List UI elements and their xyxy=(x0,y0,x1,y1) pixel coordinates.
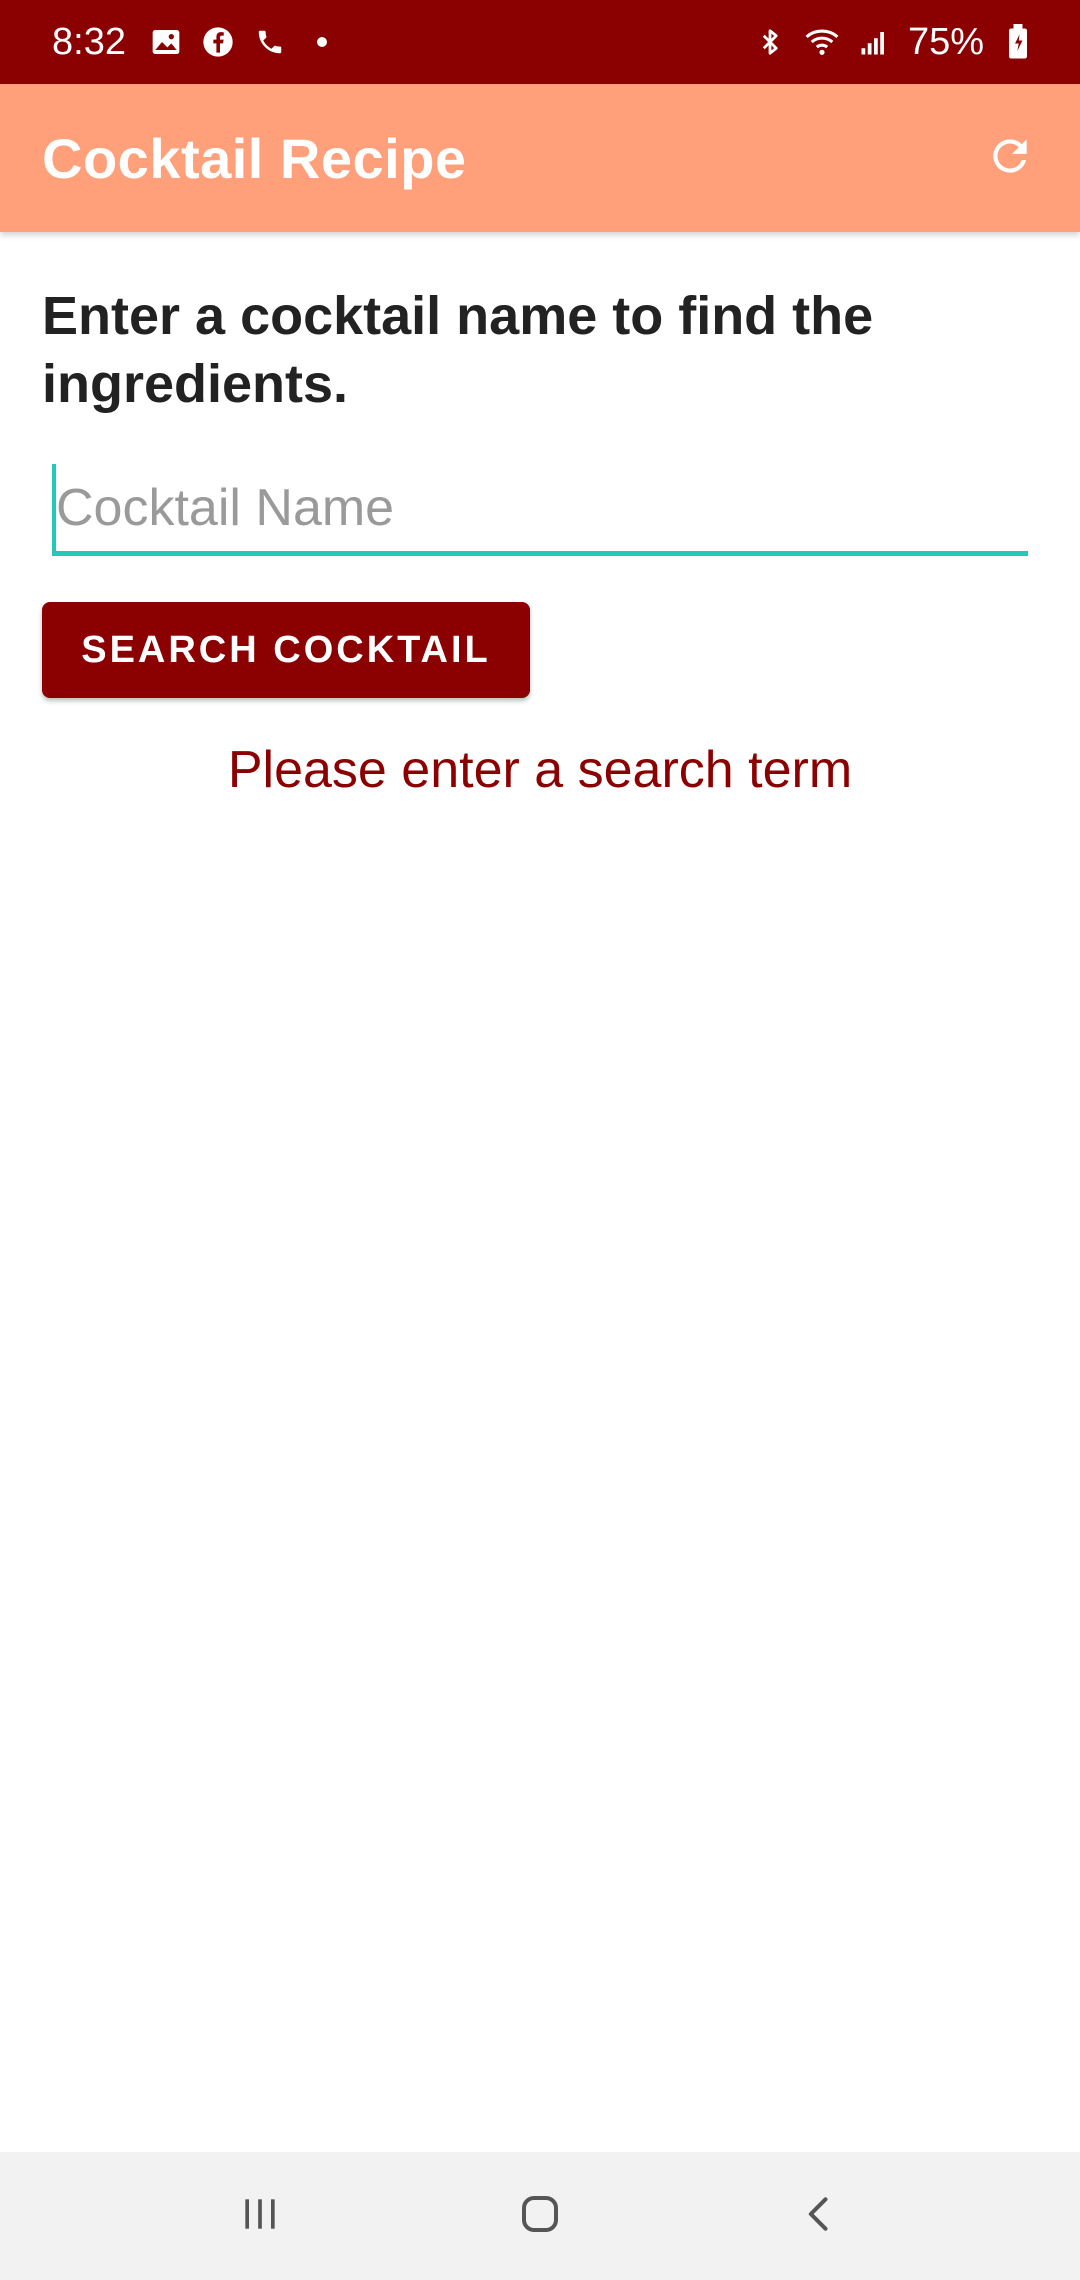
home-icon xyxy=(516,2190,564,2243)
refresh-icon xyxy=(985,131,1035,186)
wifi-icon xyxy=(804,24,840,60)
battery-icon xyxy=(1000,24,1036,60)
status-time: 8:32 xyxy=(52,20,126,63)
navigation-bar xyxy=(0,2152,1080,2280)
recents-icon xyxy=(238,2192,282,2241)
instruction-text: Enter a cocktail name to find the ingred… xyxy=(42,286,874,414)
status-left: 8:32 xyxy=(52,21,340,64)
error-message: Please enter a search term xyxy=(227,741,853,799)
search-cocktail-button[interactable]: SEARCH COCKTAIL xyxy=(42,602,530,698)
recents-button[interactable] xyxy=(210,2166,310,2266)
signal-icon xyxy=(856,24,892,60)
bluetooth-icon xyxy=(752,24,788,60)
dot-icon xyxy=(304,24,340,60)
facebook-icon xyxy=(200,24,236,60)
status-right: 75% xyxy=(752,21,1036,64)
app-bar: Cocktail Recipe xyxy=(0,84,1080,232)
status-bar: 8:32 75% xyxy=(0,0,1080,84)
image-icon xyxy=(148,24,184,60)
phone-icon xyxy=(252,24,288,60)
main-content: Enter a cocktail name to find the ingred… xyxy=(0,232,1080,2152)
battery-percent: 75% xyxy=(907,20,984,63)
cocktail-name-input[interactable] xyxy=(52,464,1028,551)
app-title: Cocktail Recipe xyxy=(42,126,467,190)
home-button[interactable] xyxy=(490,2166,590,2266)
search-input-container xyxy=(52,464,1028,556)
back-icon xyxy=(798,2192,842,2241)
refresh-button[interactable] xyxy=(978,126,1042,190)
back-button[interactable] xyxy=(770,2166,870,2266)
